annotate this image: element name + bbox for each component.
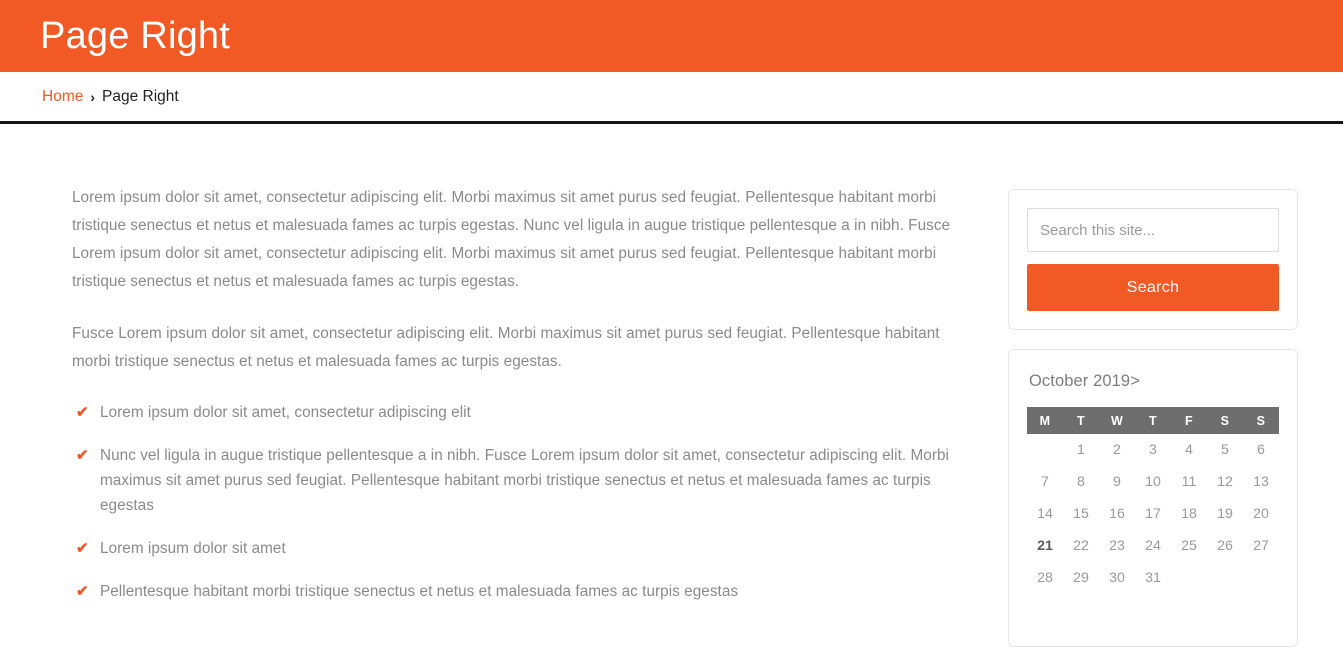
calendar-week-row: 14 15 16 17 18 19 20 — [1027, 498, 1279, 530]
calendar-day[interactable]: 16 — [1099, 498, 1135, 530]
calendar-day-header: W — [1099, 407, 1135, 434]
calendar-day[interactable]: 2 — [1099, 434, 1135, 466]
calendar-day-header: F — [1171, 407, 1207, 434]
calendar-day[interactable]: 14 — [1027, 498, 1063, 530]
calendar-day[interactable]: 4 — [1171, 434, 1207, 466]
calendar-day[interactable]: 28 — [1027, 562, 1063, 594]
calendar-widget: October 2019> M T W T F S S 1 2 3 4 5 6 7 8 9 10 1… — [1008, 349, 1298, 647]
calendar-caption: October 2019> — [1029, 372, 1279, 391]
calendar-day[interactable]: 6 — [1243, 434, 1279, 466]
calendar-day[interactable]: 13 — [1243, 466, 1279, 498]
breadcrumb-current: Page Right — [102, 87, 179, 105]
main-content: Lorem ipsum dolor sit amet, consectetur … — [72, 184, 952, 622]
check-icon: ✔ — [76, 540, 89, 557]
calendar-day[interactable]: 26 — [1207, 530, 1243, 562]
page-header: Page Right — [0, 0, 1343, 72]
list-item: ✔ Lorem ipsum dolor sit amet — [72, 536, 952, 561]
calendar-day[interactable]: 24 — [1135, 530, 1171, 562]
calendar-day[interactable]: 12 — [1207, 466, 1243, 498]
calendar-day[interactable]: 11 — [1171, 466, 1207, 498]
calendar-week-row: 123456 — [1027, 434, 1279, 466]
calendar-day-empty — [1171, 562, 1207, 594]
list-item-label: Lorem ipsum dolor sit amet, consectetur … — [100, 404, 471, 421]
calendar-week-row: 21 22 23 24 25 26 27 — [1027, 530, 1279, 562]
calendar-day-header: T — [1135, 407, 1171, 434]
calendar-day[interactable]: 5 — [1207, 434, 1243, 466]
calendar-body: 1 2 3 4 5 6 7 8 9 10 11 12 13 14 15 16 17 18 19 20 21 22 23 24 2… — [1027, 434, 1279, 594]
calendar-day-empty — [1243, 562, 1279, 594]
calendar-day[interactable]: 30 — [1099, 562, 1135, 594]
calendar-day[interactable]: 8 — [1063, 466, 1099, 498]
calendar-day-empty — [1207, 562, 1243, 594]
calendar-month-year: October 2019 — [1029, 372, 1131, 390]
calendar-day-header: M — [1027, 407, 1063, 434]
sidebar: Search October 2019> M T W T F S S — [1008, 184, 1298, 666]
list-item-label: Nunc vel ligula in augue tristique pelle… — [100, 447, 949, 514]
calendar-day-empty — [1027, 434, 1063, 466]
calendar-day[interactable]: 18 — [1171, 498, 1207, 530]
list-item: ✔ Pellentesque habitant morbi tristique … — [72, 579, 952, 604]
calendar-header-row: M T W T F S S — [1027, 407, 1279, 434]
calendar-day[interactable]: 22 — [1063, 530, 1099, 562]
calendar-day[interactable]: 10 — [1135, 466, 1171, 498]
calendar-day[interactable]: 15 — [1063, 498, 1099, 530]
calendar-day[interactable]: 21 — [1027, 530, 1063, 562]
calendar-week-row: 7 8 9 10 11 12 13 — [1027, 466, 1279, 498]
calendar-day-header: T — [1063, 407, 1099, 434]
calendar-day-header: S — [1207, 407, 1243, 434]
paragraph: Lorem ipsum dolor sit amet, consectetur … — [72, 189, 951, 290]
breadcrumb-link-home[interactable]: Home — [42, 88, 83, 106]
calendar-day[interactable]: 17 — [1135, 498, 1171, 530]
page-title: Page Right — [40, 15, 231, 57]
calendar-table: M T W T F S S 1 2 3 4 5 6 7 8 9 10 11 12 13 14 15 16 17 1… — [1027, 407, 1279, 594]
calendar-day[interactable]: 31 — [1135, 562, 1171, 594]
calendar-day-header: S — [1243, 407, 1279, 434]
calendar-day[interactable]: 7 — [1027, 466, 1063, 498]
list-item-label: Pellentesque habitant morbi tristique se… — [100, 583, 739, 600]
check-icon: ✔ — [76, 447, 89, 464]
checklist: ✔ Lorem ipsum dolor sit amet, consectetu… — [72, 400, 952, 604]
check-icon: ✔ — [76, 404, 89, 421]
list-item: ✔ Lorem ipsum dolor sit amet, consectetu… — [72, 400, 952, 425]
calendar-day[interactable]: 19 — [1207, 498, 1243, 530]
calendar-day[interactable]: 25 — [1171, 530, 1207, 562]
page-body: Lorem ipsum dolor sit amet, consectetur … — [0, 124, 1343, 666]
paragraph: Fusce Lorem ipsum dolor sit amet, consec… — [72, 325, 940, 370]
search-widget: Search — [1008, 189, 1298, 330]
calendar-day[interactable]: 29 — [1063, 562, 1099, 594]
calendar-day[interactable]: 23 — [1099, 530, 1135, 562]
calendar-day[interactable]: 1 — [1063, 434, 1099, 466]
calendar-day[interactable]: 3 — [1135, 434, 1171, 466]
calendar-day[interactable]: 9 — [1099, 466, 1135, 498]
search-input[interactable] — [1027, 208, 1279, 252]
calendar-next-month-link[interactable]: > — [1130, 372, 1140, 390]
calendar-day[interactable]: 20 — [1243, 498, 1279, 530]
calendar-day[interactable]: 27 — [1243, 530, 1279, 562]
chevron-right-icon: › — [90, 88, 96, 105]
list-item-label: Lorem ipsum dolor sit amet — [100, 540, 286, 557]
breadcrumb: Home › Page Right — [0, 72, 1343, 124]
search-button[interactable]: Search — [1027, 264, 1279, 311]
calendar-week-row: 28 29 30 31 — [1027, 562, 1279, 594]
list-item: ✔ Nunc vel ligula in augue tristique pel… — [72, 443, 952, 518]
check-icon: ✔ — [76, 583, 89, 600]
